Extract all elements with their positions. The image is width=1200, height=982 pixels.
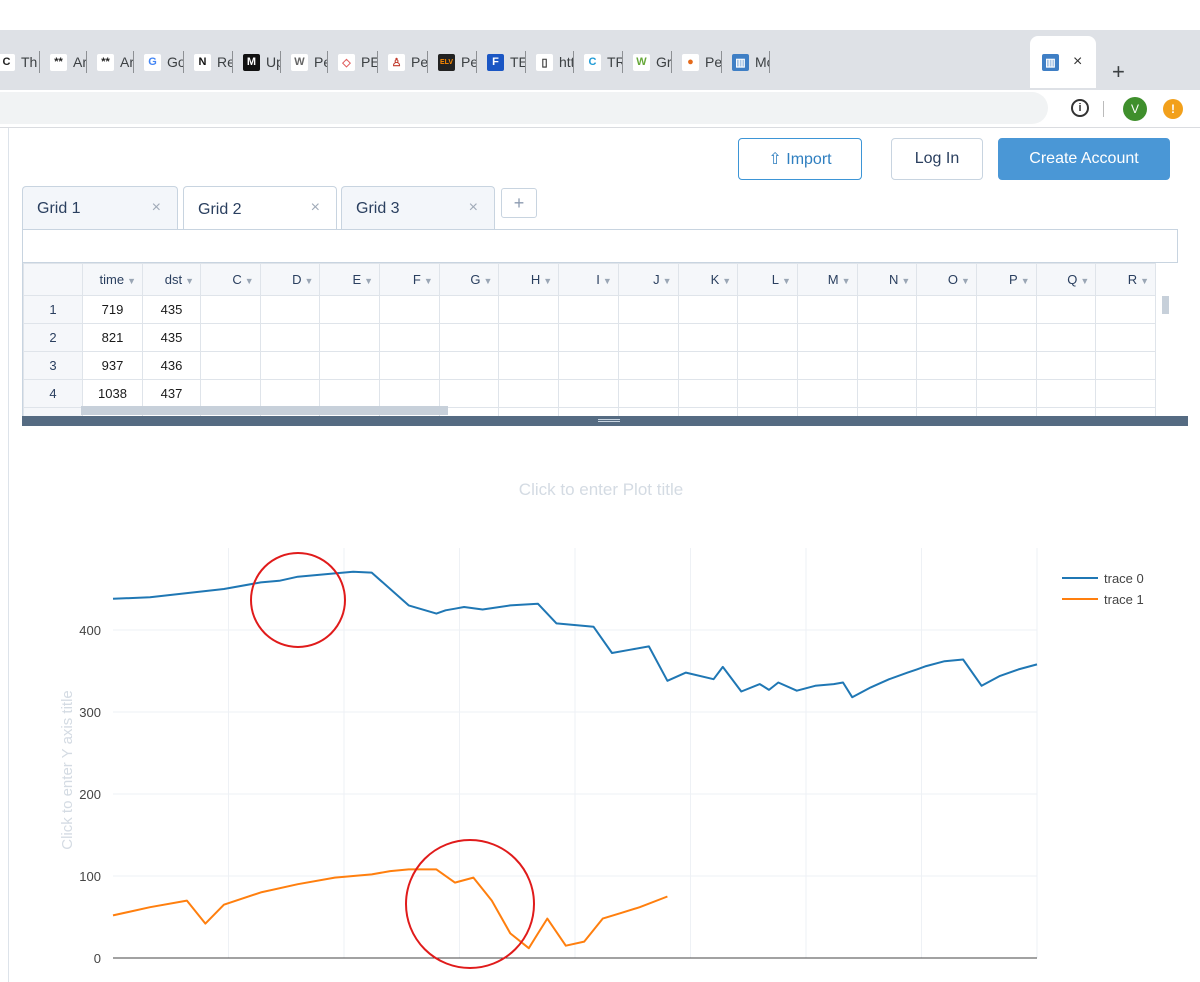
y-tick-label: 100: [79, 869, 101, 884]
legend-entry[interactable]: trace 1: [1104, 592, 1144, 607]
y-tick-label: 400: [79, 623, 101, 638]
y-axis-title-placeholder[interactable]: Click to enter Y axis title: [59, 690, 76, 850]
line-chart: 0 100 200 300 400 Click to enter Y axis title…: [59, 548, 1144, 969]
y-tick-label: 200: [79, 787, 101, 802]
y-tick-label: 0: [94, 951, 101, 966]
legend-entry[interactable]: trace 0: [1104, 571, 1144, 586]
series-line-1: [112, 868, 668, 950]
annotation-circle: [250, 552, 346, 648]
annotation-circle: [405, 839, 535, 969]
y-tick-label: 300: [79, 705, 101, 720]
